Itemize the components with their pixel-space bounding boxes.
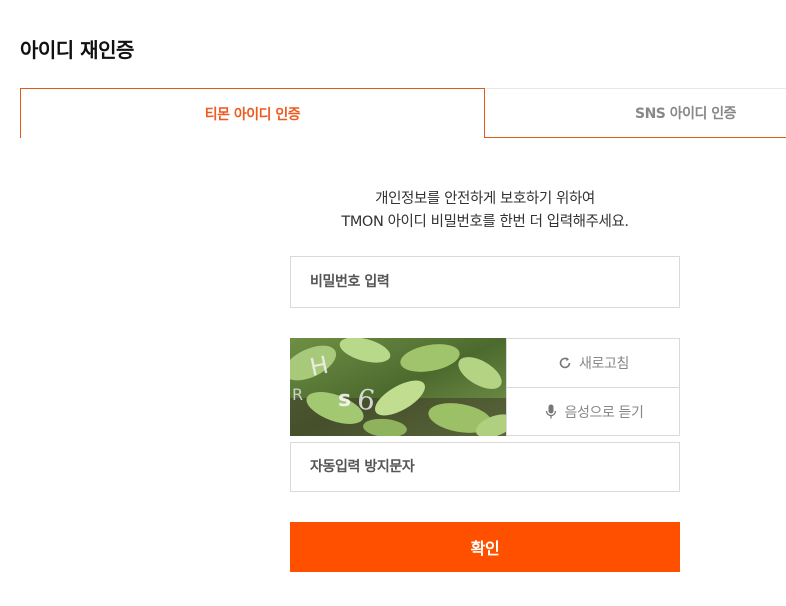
captcha-audio-label: 음성으로 듣기 xyxy=(564,404,644,421)
auth-tabs: 티몬 아이디 인증 SNS 아이디 인증 xyxy=(20,88,786,138)
captcha-area: H s 6 R 새로고침 음성으로 듣기 xyxy=(290,338,680,436)
captcha-refresh-label: 새로고침 xyxy=(579,356,629,372)
captcha-input[interactable] xyxy=(310,443,679,491)
captcha-refresh-button[interactable]: 새로고침 xyxy=(507,339,679,387)
tab-tmon-id[interactable]: 티몬 아이디 인증 xyxy=(20,88,485,138)
captcha-audio-button[interactable]: 음성으로 듣기 xyxy=(507,387,679,435)
microphone-icon xyxy=(543,404,559,420)
tab-sns-id-label: SNS 아이디 인증 xyxy=(634,106,737,122)
captcha-field-wrapper xyxy=(290,442,680,492)
description: 개인정보를 안전하게 보호하기 위하여 TMON 아이디 비밀번호를 한번 더 … xyxy=(290,188,680,234)
tab-sns-id[interactable]: SNS 아이디 인증 xyxy=(485,88,786,138)
password-input[interactable] xyxy=(310,257,679,307)
svg-text:R: R xyxy=(292,385,303,404)
page-title: 아이디 재인증 xyxy=(20,38,134,62)
password-field-wrapper xyxy=(290,256,680,308)
confirm-button[interactable]: 확인 xyxy=(290,522,680,572)
captcha-controls: 새로고침 음성으로 듣기 xyxy=(506,338,680,436)
description-line-1: 개인정보를 안전하게 보호하기 위하여 xyxy=(375,191,595,207)
svg-text:s: s xyxy=(338,387,351,412)
captcha-image: H s 6 R xyxy=(290,338,507,436)
description-line-2: TMON 아이디 비밀번호를 한번 더 입력해주세요. xyxy=(341,214,629,230)
tab-tmon-id-label: 티몬 아이디 인증 xyxy=(204,106,301,123)
refresh-icon xyxy=(557,355,573,371)
